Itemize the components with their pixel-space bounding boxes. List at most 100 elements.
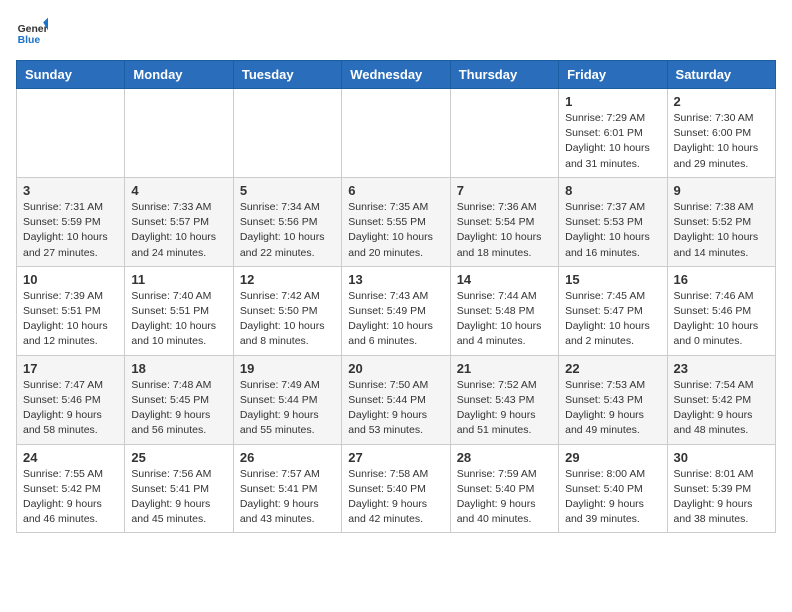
- day-number: 1: [565, 94, 660, 109]
- calendar-cell: 9 Sunrise: 7:38 AM Sunset: 5:52 PM Daylig…: [667, 177, 775, 266]
- day-number: 12: [240, 272, 335, 287]
- day-number: 11: [131, 272, 226, 287]
- day-number: 2: [674, 94, 769, 109]
- day-number: 8: [565, 183, 660, 198]
- day-number: 6: [348, 183, 443, 198]
- calendar-cell: 1 Sunrise: 7:29 AM Sunset: 6:01 PM Daylig…: [559, 89, 667, 178]
- calendar-cell: 11Sunrise: 7:40 AM Sunset: 5:51 PM Dayli…: [125, 266, 233, 355]
- day-info: Sunrise: 7:35 AM Sunset: 5:55 PM Dayligh…: [348, 200, 443, 261]
- day-info: Sunrise: 7:30 AM Sunset: 6:00 PM Dayligh…: [674, 111, 769, 172]
- day-info: Sunrise: 8:00 AM Sunset: 5:40 PM Dayligh…: [565, 467, 660, 528]
- calendar-cell: 4 Sunrise: 7:33 AM Sunset: 5:57 PM Daylig…: [125, 177, 233, 266]
- calendar-cell: 18 Sunrise: 7:48 AM Sunset: 5:45 PM Dayli…: [125, 355, 233, 444]
- calendar-week-1: 1 Sunrise: 7:29 AM Sunset: 6:01 PM Daylig…: [17, 89, 776, 178]
- calendar-cell: 30Sunrise: 8:01 AM Sunset: 5:39 PM Dayli…: [667, 444, 775, 533]
- calendar-cell: 2 Sunrise: 7:30 AM Sunset: 6:00 PM Daylig…: [667, 89, 775, 178]
- day-info: Sunrise: 7:54 AM Sunset: 5:42 PM Dayligh…: [674, 378, 769, 439]
- calendar-cell: 19 Sunrise: 7:49 AM Sunset: 5:44 PM Dayli…: [233, 355, 341, 444]
- day-number: 16: [674, 272, 769, 287]
- day-info: Sunrise: 7:43 AM Sunset: 5:49 PM Dayligh…: [348, 289, 443, 350]
- day-number: 18: [131, 361, 226, 376]
- calendar-cell: 8Sunrise: 7:37 AM Sunset: 5:53 PM Daylig…: [559, 177, 667, 266]
- day-number: 23: [674, 361, 769, 376]
- day-info: Sunrise: 7:29 AM Sunset: 6:01 PM Dayligh…: [565, 111, 660, 172]
- calendar-cell: 17 Sunrise: 7:47 AM Sunset: 5:46 PM Dayli…: [17, 355, 125, 444]
- day-header-thursday: Thursday: [450, 61, 558, 89]
- day-info: Sunrise: 7:57 AM Sunset: 5:41 PM Dayligh…: [240, 467, 335, 528]
- day-info: Sunrise: 7:44 AM Sunset: 5:48 PM Dayligh…: [457, 289, 552, 350]
- calendar-cell: 29 Sunrise: 8:00 AM Sunset: 5:40 PM Dayli…: [559, 444, 667, 533]
- day-info: Sunrise: 8:01 AM Sunset: 5:39 PM Dayligh…: [674, 467, 769, 528]
- day-info: Sunrise: 7:34 AM Sunset: 5:56 PM Dayligh…: [240, 200, 335, 261]
- calendar-cell: 14 Sunrise: 7:44 AM Sunset: 5:48 PM Dayli…: [450, 266, 558, 355]
- day-header-tuesday: Tuesday: [233, 61, 341, 89]
- calendar-cell: 16 Sunrise: 7:46 AM Sunset: 5:46 PM Dayli…: [667, 266, 775, 355]
- day-info: Sunrise: 7:45 AM Sunset: 5:47 PM Dayligh…: [565, 289, 660, 350]
- day-info: Sunrise: 7:46 AM Sunset: 5:46 PM Dayligh…: [674, 289, 769, 350]
- day-number: 24: [23, 450, 118, 465]
- calendar-cell: 24 Sunrise: 7:55 AM Sunset: 5:42 PM Dayli…: [17, 444, 125, 533]
- calendar-cell: 15 Sunrise: 7:45 AM Sunset: 5:47 PM Dayli…: [559, 266, 667, 355]
- day-number: 28: [457, 450, 552, 465]
- day-number: 27: [348, 450, 443, 465]
- day-info: Sunrise: 7:47 AM Sunset: 5:46 PM Dayligh…: [23, 378, 118, 439]
- day-info: Sunrise: 7:59 AM Sunset: 5:40 PM Dayligh…: [457, 467, 552, 528]
- day-number: 9: [674, 183, 769, 198]
- calendar-cell: 28 Sunrise: 7:59 AM Sunset: 5:40 PM Dayli…: [450, 444, 558, 533]
- calendar-cell: 10Sunrise: 7:39 AM Sunset: 5:51 PM Dayli…: [17, 266, 125, 355]
- day-info: Sunrise: 7:48 AM Sunset: 5:45 PM Dayligh…: [131, 378, 226, 439]
- calendar-cell: 26 Sunrise: 7:57 AM Sunset: 5:41 PM Dayli…: [233, 444, 341, 533]
- day-number: 14: [457, 272, 552, 287]
- day-header-friday: Friday: [559, 61, 667, 89]
- day-number: 7: [457, 183, 552, 198]
- calendar-cell: 5 Sunrise: 7:34 AM Sunset: 5:56 PM Daylig…: [233, 177, 341, 266]
- calendar-cell: [125, 89, 233, 178]
- day-number: 25: [131, 450, 226, 465]
- day-info: Sunrise: 7:31 AM Sunset: 5:59 PM Dayligh…: [23, 200, 118, 261]
- day-number: 5: [240, 183, 335, 198]
- calendar-cell: 20 Sunrise: 7:50 AM Sunset: 5:44 PM Dayli…: [342, 355, 450, 444]
- day-number: 17: [23, 361, 118, 376]
- calendar-week-5: 24 Sunrise: 7:55 AM Sunset: 5:42 PM Dayli…: [17, 444, 776, 533]
- day-number: 13: [348, 272, 443, 287]
- day-header-wednesday: Wednesday: [342, 61, 450, 89]
- day-info: Sunrise: 7:56 AM Sunset: 5:41 PM Dayligh…: [131, 467, 226, 528]
- day-number: 22: [565, 361, 660, 376]
- calendar-cell: 7 Sunrise: 7:36 AM Sunset: 5:54 PM Daylig…: [450, 177, 558, 266]
- logo-icon: General Blue: [16, 16, 48, 48]
- day-info: Sunrise: 7:55 AM Sunset: 5:42 PM Dayligh…: [23, 467, 118, 528]
- calendar-table: SundayMondayTuesdayWednesdayThursdayFrid…: [16, 60, 776, 533]
- day-info: Sunrise: 7:49 AM Sunset: 5:44 PM Dayligh…: [240, 378, 335, 439]
- day-info: Sunrise: 7:33 AM Sunset: 5:57 PM Dayligh…: [131, 200, 226, 261]
- day-number: 26: [240, 450, 335, 465]
- day-info: Sunrise: 7:50 AM Sunset: 5:44 PM Dayligh…: [348, 378, 443, 439]
- day-number: 29: [565, 450, 660, 465]
- calendar-header-row: SundayMondayTuesdayWednesdayThursdayFrid…: [17, 61, 776, 89]
- day-info: Sunrise: 7:58 AM Sunset: 5:40 PM Dayligh…: [348, 467, 443, 528]
- day-number: 20: [348, 361, 443, 376]
- calendar-week-2: 3Sunrise: 7:31 AM Sunset: 5:59 PM Daylig…: [17, 177, 776, 266]
- day-info: Sunrise: 7:52 AM Sunset: 5:43 PM Dayligh…: [457, 378, 552, 439]
- calendar-cell: 25 Sunrise: 7:56 AM Sunset: 5:41 PM Dayli…: [125, 444, 233, 533]
- calendar-cell: [342, 89, 450, 178]
- day-header-monday: Monday: [125, 61, 233, 89]
- day-number: 19: [240, 361, 335, 376]
- day-info: Sunrise: 7:53 AM Sunset: 5:43 PM Dayligh…: [565, 378, 660, 439]
- day-info: Sunrise: 7:36 AM Sunset: 5:54 PM Dayligh…: [457, 200, 552, 261]
- calendar-cell: [450, 89, 558, 178]
- day-number: 4: [131, 183, 226, 198]
- logo: General Blue: [16, 16, 52, 48]
- calendar-cell: 27 Sunrise: 7:58 AM Sunset: 5:40 PM Dayli…: [342, 444, 450, 533]
- calendar-cell: 6 Sunrise: 7:35 AM Sunset: 5:55 PM Daylig…: [342, 177, 450, 266]
- day-number: 10: [23, 272, 118, 287]
- calendar-week-3: 10Sunrise: 7:39 AM Sunset: 5:51 PM Dayli…: [17, 266, 776, 355]
- day-number: 15: [565, 272, 660, 287]
- day-header-saturday: Saturday: [667, 61, 775, 89]
- svg-text:General: General: [18, 24, 48, 35]
- calendar-cell: 12 Sunrise: 7:42 AM Sunset: 5:50 PM Dayli…: [233, 266, 341, 355]
- day-info: Sunrise: 7:42 AM Sunset: 5:50 PM Dayligh…: [240, 289, 335, 350]
- calendar-cell: [233, 89, 341, 178]
- svg-text:Blue: Blue: [18, 35, 41, 46]
- calendar-cell: 21Sunrise: 7:52 AM Sunset: 5:43 PM Dayli…: [450, 355, 558, 444]
- day-info: Sunrise: 7:38 AM Sunset: 5:52 PM Dayligh…: [674, 200, 769, 261]
